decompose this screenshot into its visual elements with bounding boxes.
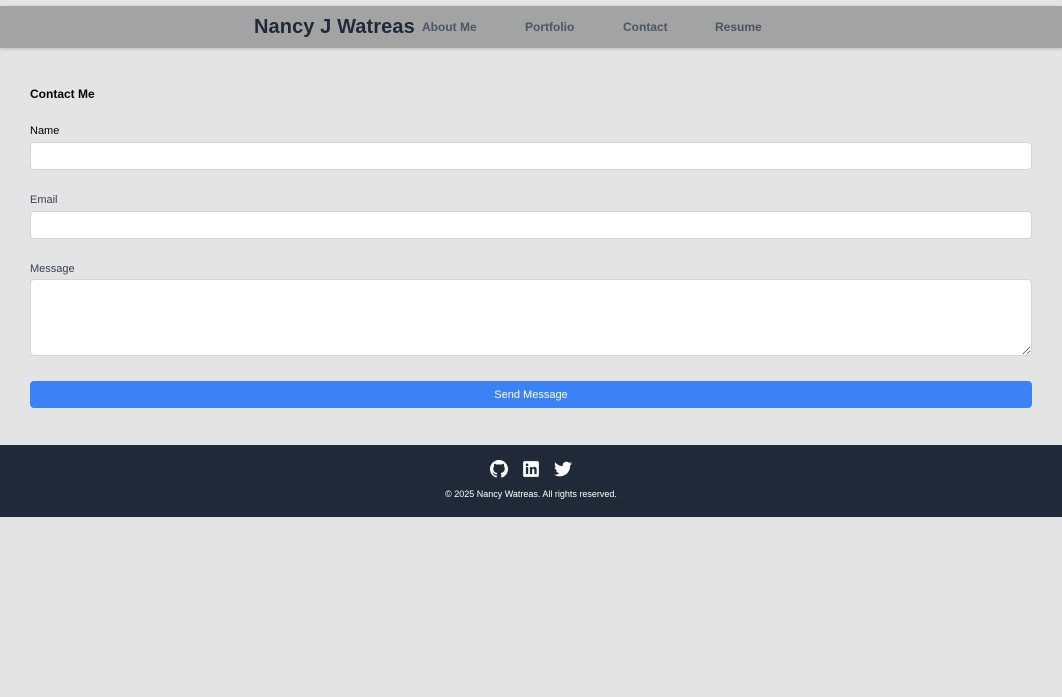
linkedin-icon[interactable] xyxy=(522,460,540,478)
email-input[interactable] xyxy=(30,211,1032,239)
nav-portfolio[interactable]: Portfolio xyxy=(525,20,574,34)
twitter-icon[interactable] xyxy=(554,460,572,478)
nav-about-me[interactable]: About Me xyxy=(422,20,477,34)
send-message-button[interactable]: Send Message xyxy=(30,381,1032,408)
name-label: Name xyxy=(30,125,60,137)
nav-contact[interactable]: Contact xyxy=(623,20,668,34)
email-label: Email xyxy=(30,194,58,206)
github-icon[interactable] xyxy=(490,460,508,478)
nav-resume[interactable]: Resume xyxy=(715,20,762,34)
copyright-text: © 2025 Nancy Watreas. All rights reserve… xyxy=(445,489,617,499)
name-input[interactable] xyxy=(30,142,1032,170)
brand-name: Nancy J Watreas xyxy=(254,16,415,38)
navbar: Nancy J Watreas About Me Portfolio Conta… xyxy=(0,6,1062,48)
footer: © 2025 Nancy Watreas. All rights reserve… xyxy=(0,445,1062,517)
message-label: Message xyxy=(30,263,75,275)
contact-title: Contact Me xyxy=(30,87,95,101)
message-textarea[interactable] xyxy=(30,279,1032,356)
